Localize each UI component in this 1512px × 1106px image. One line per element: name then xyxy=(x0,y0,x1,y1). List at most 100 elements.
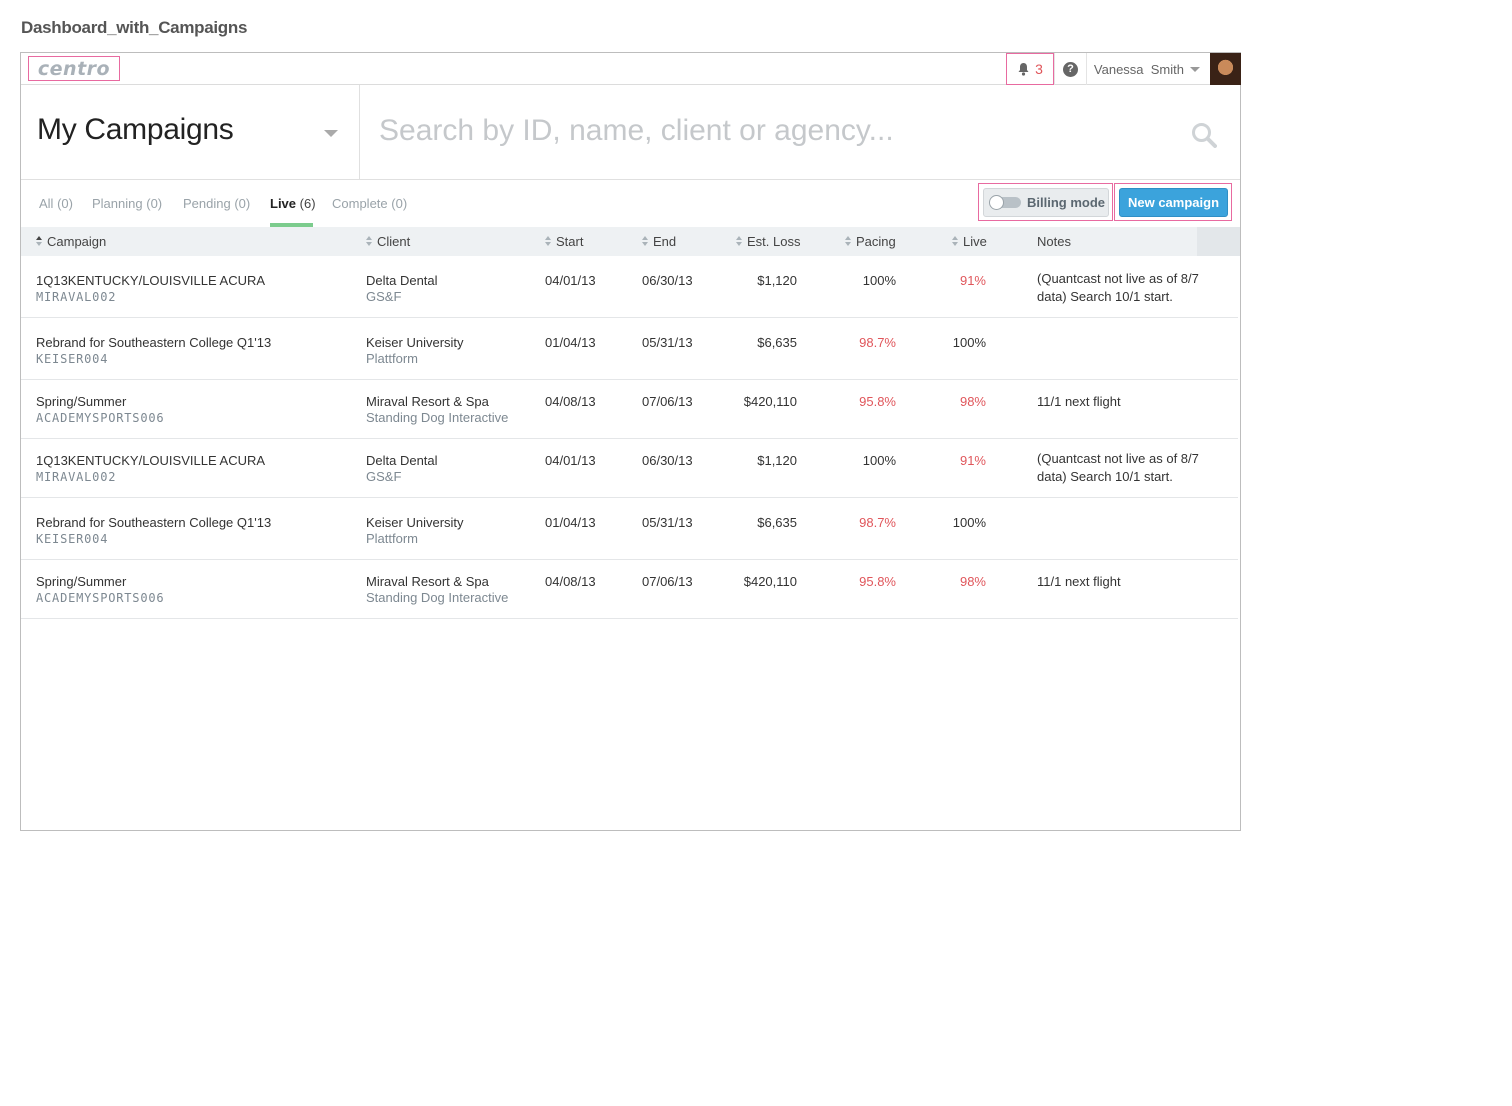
tab-count: (6) xyxy=(299,196,316,211)
search-input[interactable] xyxy=(379,107,1159,155)
column-header-start[interactable]: Start xyxy=(545,234,583,249)
est-loss: $420,110 xyxy=(743,574,797,589)
sort-icon xyxy=(952,236,959,247)
end-date: 07/06/13 xyxy=(642,394,693,409)
user-menu[interactable]: Vanessa Smith xyxy=(1086,53,1210,85)
logo-text: centro xyxy=(37,57,111,80)
live-value: 91% xyxy=(959,273,986,288)
campaign-name[interactable]: 1Q13KENTUCKY/LOUISVILLE ACURA xyxy=(36,453,265,469)
end-date: 05/31/13 xyxy=(642,515,693,530)
tab-live[interactable]: Live (6) xyxy=(270,196,316,211)
selector-title: My Campaigns xyxy=(37,113,234,146)
agency-name: Standing Dog Interactive xyxy=(366,590,509,605)
table-row[interactable]: 1Q13KENTUCKY/LOUISVILLE ACURA MIRAVAL002… xyxy=(21,256,1238,318)
campaign-id: ACADEMYSPORTS006 xyxy=(36,591,165,605)
table-header: Campaign Client Start End Est. Loss Paci… xyxy=(21,227,1240,256)
billing-mode-label: Billing mode xyxy=(1027,195,1105,210)
column-label: Est. Loss xyxy=(747,234,801,249)
client-name: Miraval Resort & Spa xyxy=(366,394,489,409)
client-name: Keiser University xyxy=(366,335,464,350)
billing-mode-toggle[interactable]: Billing mode xyxy=(983,188,1109,217)
top-bar: centro 3 ? Vanessa Smith xyxy=(21,53,1241,85)
table-row[interactable]: Rebrand for Southeastern College Q1'13 K… xyxy=(21,498,1238,560)
campaign-name[interactable]: Rebrand for Southeastern College Q1'13 xyxy=(36,515,271,531)
start-date: 01/04/13 xyxy=(545,515,596,530)
pacing-value: 100% xyxy=(862,453,896,468)
tab-count: (0) xyxy=(234,196,251,211)
live-value: 100% xyxy=(952,515,986,530)
help-icon: ? xyxy=(1063,61,1078,77)
table-row[interactable]: 1Q13KENTUCKY/LOUISVILLE ACURA MIRAVAL002… xyxy=(21,439,1238,498)
notifications-button[interactable]: 3 xyxy=(1006,53,1054,85)
campaign-name[interactable]: Rebrand for Southeastern College Q1'13 xyxy=(36,335,271,351)
end-date: 06/30/13 xyxy=(642,273,693,288)
avatar[interactable] xyxy=(1210,53,1241,85)
start-date: 04/08/13 xyxy=(545,574,596,589)
campaign-selector[interactable]: My Campaigns xyxy=(21,85,360,180)
live-value: 98% xyxy=(959,394,986,409)
campaign-name[interactable]: Spring/Summer xyxy=(36,574,126,590)
live-value: 98% xyxy=(959,574,986,589)
campaign-id: KEISER004 xyxy=(36,352,109,366)
search-icon[interactable] xyxy=(1191,122,1217,148)
end-date: 06/30/13 xyxy=(642,453,693,468)
tab-all[interactable]: All (0) xyxy=(39,196,73,211)
client-name: Delta Dental xyxy=(366,453,438,468)
centro-logo[interactable]: centro xyxy=(28,56,120,81)
bell-icon xyxy=(1018,63,1029,76)
notes-text: (Quantcast not live as of 8/7 data) Sear… xyxy=(1037,451,1199,484)
notes-text: 11/1 next flight xyxy=(1037,394,1121,409)
tab-count: (0) xyxy=(391,196,408,211)
help-button[interactable]: ? xyxy=(1054,53,1086,85)
column-header-campaign[interactable]: Campaign xyxy=(36,234,106,249)
column-header-est-loss[interactable]: Est. Loss xyxy=(736,234,800,249)
est-loss: $1,120 xyxy=(757,273,797,288)
table-row[interactable]: Rebrand for Southeastern College Q1'13 K… xyxy=(21,318,1238,380)
pacing-value: 95.8% xyxy=(859,394,896,409)
live-value: 100% xyxy=(952,335,986,350)
tab-count: (0) xyxy=(146,196,163,211)
est-loss: $420,110 xyxy=(743,394,797,409)
table-row[interactable]: Spring/Summer ACADEMYSPORTS006 Miraval R… xyxy=(21,560,1238,619)
table-row[interactable]: Spring/Summer ACADEMYSPORTS006 Miraval R… xyxy=(21,380,1238,439)
sort-icon xyxy=(845,236,852,247)
tab-planning[interactable]: Planning (0) xyxy=(92,196,162,211)
new-campaign-button[interactable]: New campaign xyxy=(1119,188,1228,217)
notes-text: (Quantcast not live as of 8/7 data) Sear… xyxy=(1037,271,1199,304)
campaign-name[interactable]: 1Q13KENTUCKY/LOUISVILLE ACURA xyxy=(36,273,265,289)
chevron-down-icon xyxy=(324,130,338,137)
end-date: 05/31/13 xyxy=(642,335,693,350)
column-label: Client xyxy=(377,234,411,249)
notification-count: 3 xyxy=(1035,61,1043,77)
est-loss: $6,635 xyxy=(757,335,797,350)
campaign-name[interactable]: Spring/Summer xyxy=(36,394,126,410)
tab-label: Pending xyxy=(183,196,231,211)
sort-icon xyxy=(36,236,43,247)
agency-name: Plattform xyxy=(366,531,419,546)
start-date: 04/08/13 xyxy=(545,394,596,409)
tab-label: Planning xyxy=(92,196,143,211)
pacing-value: 98.7% xyxy=(859,515,896,530)
sort-icon xyxy=(736,236,743,247)
pacing-value: 98.7% xyxy=(859,335,896,350)
tab-complete[interactable]: Complete (0) xyxy=(332,196,407,211)
column-header-pacing[interactable]: Pacing xyxy=(845,234,896,249)
billing-mode-wrapper: Billing mode xyxy=(978,183,1113,221)
end-date: 07/06/13 xyxy=(642,574,693,589)
client-name: Miraval Resort & Spa xyxy=(366,574,489,589)
column-label: End xyxy=(653,234,677,249)
client-name: Delta Dental xyxy=(366,273,438,288)
search-area xyxy=(361,85,1240,180)
live-value: 91% xyxy=(959,453,986,468)
column-header-notes: Notes xyxy=(1037,234,1071,249)
header-filler xyxy=(1197,227,1240,256)
new-campaign-wrapper: New campaign xyxy=(1114,183,1232,221)
campaign-id: MIRAVAL002 xyxy=(36,290,117,304)
column-header-end[interactable]: End xyxy=(642,234,676,249)
column-header-live[interactable]: Live xyxy=(952,234,987,249)
tab-label: Live xyxy=(270,196,297,211)
tab-pending[interactable]: Pending (0) xyxy=(183,196,250,211)
status-tabs: All (0) Planning (0) Pending (0) Live (6… xyxy=(21,181,1240,227)
column-header-client[interactable]: Client xyxy=(366,234,410,249)
chevron-down-icon xyxy=(1190,66,1200,72)
